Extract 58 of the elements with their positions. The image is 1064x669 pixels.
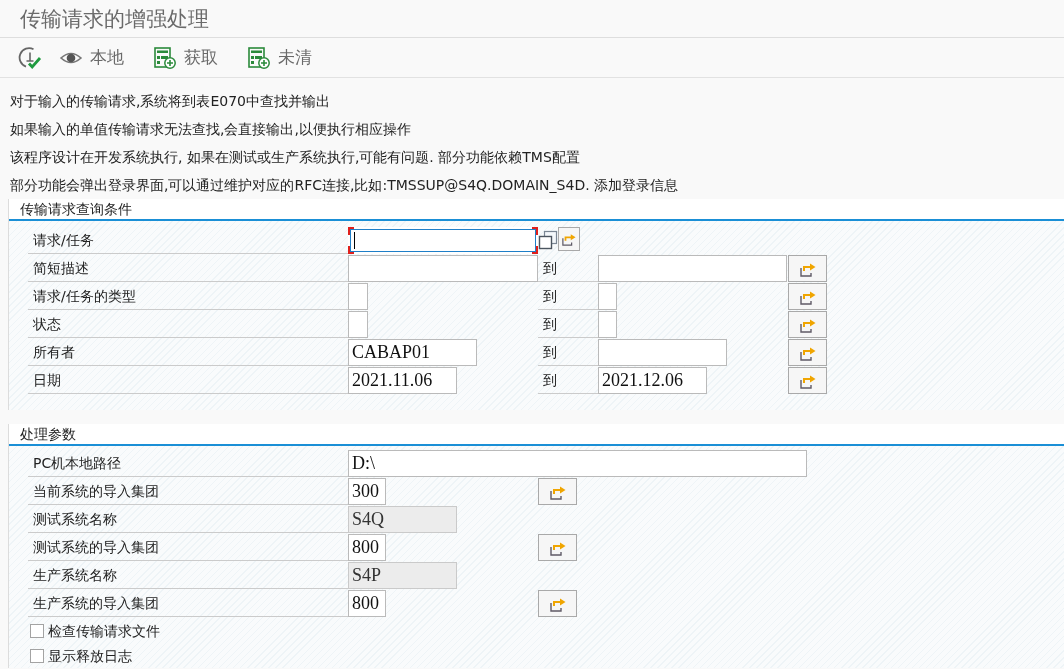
eye-icon: [60, 50, 82, 65]
input-field[interactable]: D:\: [348, 450, 807, 477]
multiple-selection-button[interactable]: [538, 478, 577, 505]
field-label: 简短描述: [28, 255, 348, 282]
info-text: 如果输入的单值传输请求无法查找,会直接输出,以便执行相应操作: [10, 120, 412, 139]
group-title: 传输请求查询条件: [20, 200, 132, 218]
multiple-selection-button[interactable]: [788, 367, 827, 394]
display-field: S4Q: [348, 506, 457, 533]
input-field[interactable]: 300: [348, 478, 386, 505]
toolbar-button[interactable]: 本地: [58, 44, 126, 71]
field-label: 状态: [28, 311, 348, 338]
input-field[interactable]: 2021.11.06: [348, 367, 457, 394]
info-text: 该程序设计在开发系统执行, 如果在测试或生产系统执行,可能有问题. 部分功能依赖TMS配置: [10, 148, 581, 167]
field-label: 生产系统名称: [28, 562, 348, 589]
input-field[interactable]: [598, 283, 617, 310]
input-field[interactable]: 2021.12.06: [598, 367, 707, 394]
toolbar-button[interactable]: 未清: [246, 44, 314, 71]
multiple-selection-button[interactable]: [538, 534, 577, 561]
info-text: 部分功能会弹出登录界面,可以通过维护对应的RFC连接,比如:TMSSUP@S4Q.DOMAIN_S4D. 添加登录信息: [10, 176, 680, 195]
field-label: 生产系统的导入集团: [28, 590, 348, 617]
checkbox-label[interactable]: 检查传输请求文件: [48, 620, 160, 641]
checkbox-label[interactable]: 显示释放日志: [48, 645, 132, 666]
field-label: PC机本地路径: [28, 450, 348, 477]
multiple-selection-button[interactable]: [788, 283, 827, 310]
multiple-selection-button[interactable]: [788, 339, 827, 366]
clock-check-icon: [18, 45, 42, 70]
input-field[interactable]: [348, 227, 538, 254]
group-title: 处理参数: [20, 425, 76, 443]
window-title: 传输请求的增强处理: [20, 5, 209, 33]
toolbar-button[interactable]: 获取: [152, 44, 220, 71]
input-field[interactable]: 800: [348, 534, 386, 561]
checkbox[interactable]: [30, 648, 44, 663]
multiple-selection-button[interactable]: [538, 590, 577, 617]
input-field[interactable]: [348, 311, 368, 338]
box-arrow-icon: [561, 232, 577, 246]
multiple-selection-button[interactable]: [788, 311, 827, 338]
input-field[interactable]: [598, 311, 617, 338]
multiple-selection-button[interactable]: [788, 255, 827, 282]
input-field[interactable]: 800: [348, 590, 386, 617]
multiple-selection-button[interactable]: [558, 227, 580, 251]
info-text: 对于输入的传输请求,系统将到表E070中查找并输出: [10, 92, 332, 111]
list-plus-icon: [248, 46, 270, 69]
list-plus-icon: [154, 46, 176, 69]
input-field[interactable]: [598, 255, 787, 282]
checkbox[interactable]: [30, 623, 44, 638]
overlapping-squares-icon[interactable]: [538, 230, 558, 250]
field-label: 请求/任务的类型: [28, 283, 348, 310]
input-field[interactable]: CABAP01: [348, 339, 477, 366]
input-field[interactable]: [348, 255, 538, 282]
display-field: S4P: [348, 562, 457, 589]
field-label: 当前系统的导入集团: [28, 478, 348, 505]
field-label: 测试系统的导入集团: [28, 534, 348, 561]
field-label: 测试系统名称: [28, 506, 348, 533]
field-label: 日期: [28, 367, 348, 394]
input-field[interactable]: [348, 283, 368, 310]
input-field[interactable]: [598, 339, 727, 366]
field-label: 请求/任务: [28, 227, 348, 254]
field-label: 所有者: [28, 339, 348, 366]
